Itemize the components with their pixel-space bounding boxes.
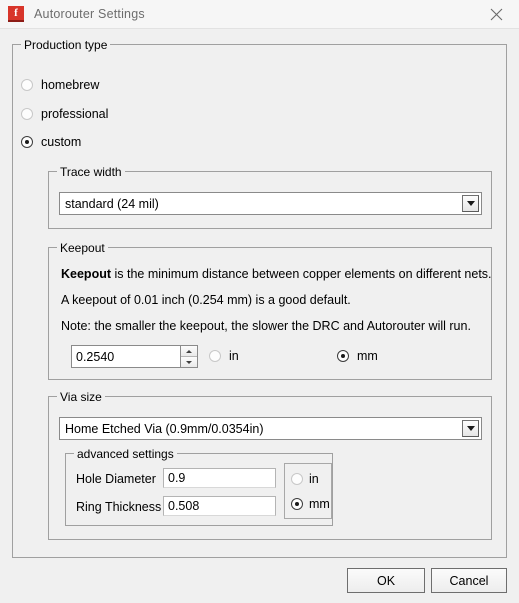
hole-diameter-input[interactable]: 0.9 bbox=[163, 468, 276, 488]
radio-professional[interactable]: professional bbox=[21, 107, 108, 121]
keepout-value[interactable]: 0.2540 bbox=[72, 346, 180, 367]
keepout-radio-mm-indicator[interactable] bbox=[337, 350, 349, 362]
chevron-down-icon[interactable] bbox=[462, 195, 479, 212]
trace-width-legend: Trace width bbox=[57, 165, 125, 179]
keepout-spin-buttons[interactable] bbox=[180, 346, 197, 367]
keepout-description-line-2: A keepout of 0.01 inch (0.254 mm) is a g… bbox=[61, 293, 351, 307]
autorouter-settings-dialog: Production type homebrew professional cu… bbox=[0, 29, 519, 603]
keepout-value-spinbox[interactable]: 0.2540 bbox=[71, 345, 198, 368]
trace-width-value: standard (24 mil) bbox=[65, 196, 159, 211]
via-radio-in-label: in bbox=[309, 472, 319, 486]
keepout-line1-rest: is the minimum distance between copper e… bbox=[111, 267, 492, 281]
keepout-description-line-3: Note: the smaller the keepout, the slowe… bbox=[61, 319, 471, 333]
via-units-box: in mm bbox=[284, 463, 332, 519]
via-size-group: Via size Home Etched Via (0.9mm/0.0354in… bbox=[48, 390, 492, 540]
radio-custom[interactable]: custom bbox=[21, 135, 81, 149]
via-radio-mm-indicator[interactable] bbox=[291, 498, 303, 510]
production-type-legend: Production type bbox=[21, 38, 111, 52]
window-title-bar: f Autorouter Settings bbox=[0, 0, 519, 29]
via-radio-in-indicator[interactable] bbox=[291, 473, 303, 485]
via-size-value: Home Etched Via (0.9mm/0.0354in) bbox=[65, 421, 264, 436]
via-radio-in[interactable]: in bbox=[291, 472, 319, 486]
radio-homebrew-indicator[interactable] bbox=[21, 79, 33, 91]
ring-thickness-label: Ring Thickness bbox=[76, 500, 162, 514]
radio-custom-label: custom bbox=[41, 135, 82, 149]
spinner-down-icon[interactable] bbox=[181, 357, 197, 367]
keepout-radio-mm-label: mm bbox=[357, 349, 378, 363]
radio-professional-label: professional bbox=[41, 107, 109, 121]
spinner-up-icon[interactable] bbox=[181, 346, 197, 357]
ring-thickness-input[interactable]: 0.508 bbox=[163, 496, 276, 516]
keepout-radio-mm[interactable]: mm bbox=[337, 349, 378, 363]
close-icon bbox=[490, 8, 503, 20]
radio-homebrew[interactable]: homebrew bbox=[21, 78, 99, 92]
keepout-legend: Keepout bbox=[57, 241, 108, 255]
radio-homebrew-label: homebrew bbox=[41, 78, 100, 92]
keepout-radio-in[interactable]: in bbox=[209, 349, 239, 363]
keepout-radio-in-label: in bbox=[229, 349, 239, 363]
fritzing-f-icon: f bbox=[8, 6, 24, 22]
app-icon-letter: f bbox=[14, 6, 18, 19]
radio-custom-indicator[interactable] bbox=[21, 136, 33, 148]
trace-width-combobox[interactable]: standard (24 mil) bbox=[59, 192, 482, 215]
close-window-button[interactable] bbox=[474, 0, 519, 28]
radio-professional-indicator[interactable] bbox=[21, 108, 33, 120]
cancel-button[interactable]: Cancel bbox=[431, 568, 507, 593]
via-size-legend: Via size bbox=[57, 390, 105, 404]
ok-button[interactable]: OK bbox=[347, 568, 425, 593]
keepout-group: Keepout Keepout is the minimum distance … bbox=[48, 241, 492, 380]
window-title: Autorouter Settings bbox=[34, 7, 145, 21]
via-size-combobox[interactable]: Home Etched Via (0.9mm/0.0354in) bbox=[59, 417, 482, 440]
trace-width-group: Trace width standard (24 mil) bbox=[48, 165, 492, 229]
advanced-settings-group: advanced settings Hole Diameter 0.9 Ring… bbox=[65, 447, 333, 526]
via-radio-mm[interactable]: mm bbox=[291, 497, 330, 511]
advanced-settings-legend: advanced settings bbox=[74, 447, 177, 461]
chevron-down-icon-via[interactable] bbox=[462, 420, 479, 437]
keepout-bold-word: Keepout bbox=[61, 267, 111, 281]
hole-diameter-label: Hole Diameter bbox=[76, 472, 156, 486]
production-type-group: Production type homebrew professional cu… bbox=[12, 38, 507, 558]
keepout-radio-in-indicator[interactable] bbox=[209, 350, 221, 362]
keepout-description-line-1: Keepout is the minimum distance between … bbox=[61, 267, 492, 281]
via-radio-mm-label: mm bbox=[309, 497, 330, 511]
